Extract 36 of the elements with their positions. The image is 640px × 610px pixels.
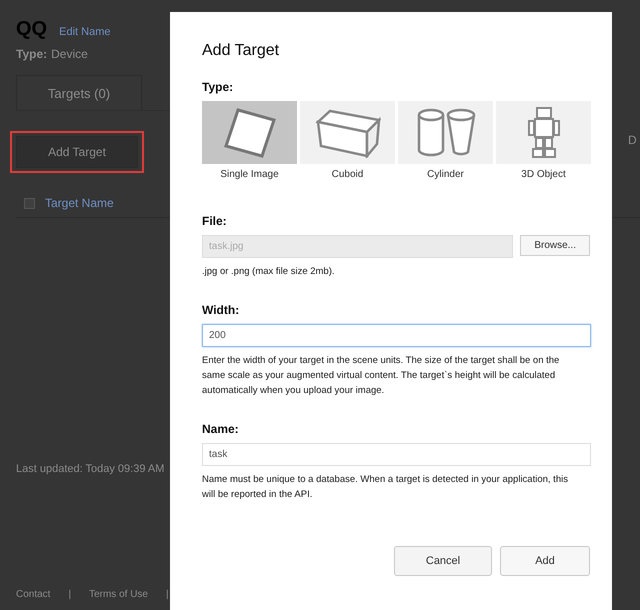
type-label: Single Image [220,169,279,180]
cylinders-icon [416,108,476,158]
type-value: Device [51,47,88,61]
robot-icon [526,106,560,160]
name-field[interactable]: task [202,443,591,466]
targets-tab[interactable]: Targets (0) [16,75,142,110]
type-label: Type: [202,80,234,94]
file-hint: .jpg or .png (max file size 2mb). [202,265,336,279]
add-target-button[interactable]: Add Target [16,136,138,168]
type-option[interactable] [300,101,395,164]
file-label: File: [202,214,228,228]
footer-link[interactable]: Contact [16,589,50,600]
width-field[interactable]: 200 [202,324,591,347]
type-option[interactable] [398,101,493,164]
type-label: 3D Object [521,169,566,180]
type-label: Type: [16,47,48,61]
width-label: Width: [202,303,240,317]
edit-name-link[interactable]: Edit Name [59,26,110,38]
type-option[interactable] [202,101,297,164]
type-label: Cylinder [427,169,464,180]
select-all-checkbox[interactable] [24,198,35,208]
column-header: D [628,133,637,147]
column-header[interactable]: Target Name [45,196,114,210]
cuboid-icon [314,108,380,158]
footer-separator: | [68,589,72,600]
last-updated-text: Last updated: Today 09:39 AM [16,463,166,475]
add-button[interactable]: Add [500,546,590,576]
type-option[interactable] [496,101,591,164]
footer-separator: | [166,589,169,600]
dialog-title: Add Target [202,42,280,60]
width-hint: Enter the width of your target in the scene units. The size of the target shall be on the same scale as your augmented virtual content. The target`s height will be calculated automatically when you upload your image. [202,354,560,398]
footer-link[interactable]: Terms of Use [89,589,148,600]
name-label: Name: [202,422,240,436]
name-hint: Name must be unique to a database. When a target is detected in your application, this will be reported in the API. [202,473,569,502]
cancel-button[interactable]: Cancel [394,546,492,576]
type-label: Cuboid [332,169,364,180]
